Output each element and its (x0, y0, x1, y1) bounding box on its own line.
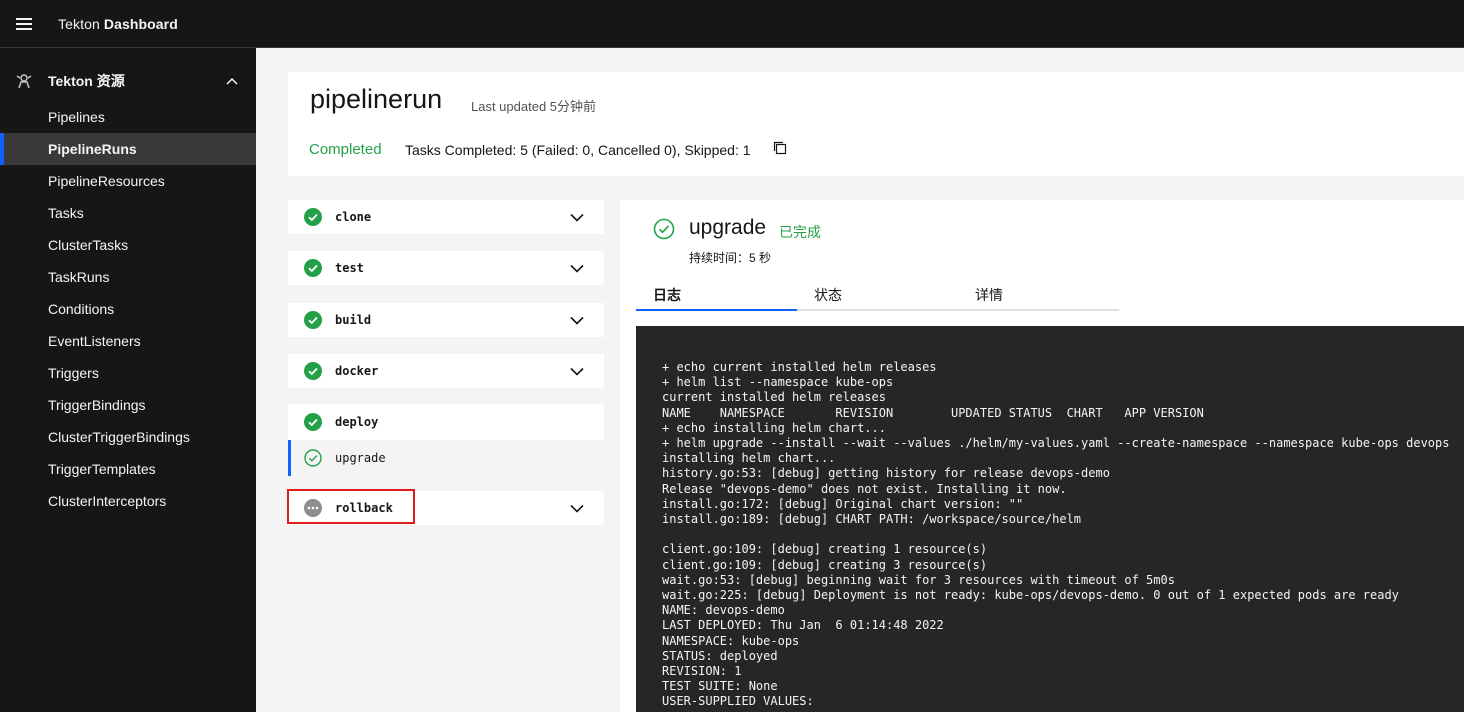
success-icon (304, 311, 322, 329)
sidebar-item-label: ClusterTriggerBindings (48, 429, 190, 445)
sidebar-item-conditions[interactable]: Conditions (0, 293, 256, 325)
sidebar-item-eventlisteners[interactable]: EventListeners (0, 325, 256, 357)
sidebar-item-label: Triggers (48, 365, 99, 381)
sidebar-item-triggertemplates[interactable]: TriggerTemplates (0, 453, 256, 485)
chevron-down-icon (570, 316, 584, 325)
chevron-down-icon (570, 504, 584, 513)
sidebar-item-tasks[interactable]: Tasks (0, 197, 256, 229)
sidebar: Tekton 资源 Pipelines PipelineRuns Pipelin… (0, 48, 256, 712)
copy-icon[interactable] (772, 140, 788, 156)
sidebar-item-label: ClusterTasks (48, 237, 129, 253)
success-icon (304, 362, 322, 380)
tab-details[interactable]: 详情 (958, 278, 1119, 311)
sidebar-item-clustertasks[interactable]: ClusterTasks (0, 229, 256, 261)
sidebar-group-tekton-resources[interactable]: Tekton 资源 (0, 61, 256, 101)
annotation-highlight-box (287, 489, 415, 524)
success-icon (304, 413, 322, 431)
step-status: 已完成 (779, 224, 821, 240)
sidebar-item-pipelineresources[interactable]: PipelineResources (0, 165, 256, 197)
chevron-down-icon (570, 367, 584, 376)
step-label: upgrade (335, 451, 386, 465)
tasks-summary: Tasks Completed: 5 (Failed: 0, Cancelled… (405, 142, 751, 158)
sidebar-item-label: TriggerTemplates (48, 461, 156, 477)
task-label: test (335, 261, 364, 275)
tekton-logo-icon (16, 74, 32, 89)
sidebar-item-label: TaskRuns (48, 269, 110, 285)
brand-bold: Dashboard (103, 15, 178, 32)
task-deploy[interactable]: deploy (288, 405, 604, 439)
pipelinerun-header: pipelinerun Last updated 5分钟前 Completed … (288, 72, 1464, 176)
tab-logs[interactable]: 日志 (636, 278, 797, 311)
task-test[interactable]: test (288, 251, 604, 285)
menu-button[interactable] (0, 0, 48, 48)
log-content: + echo current installed helm releases +… (662, 360, 1450, 709)
sidebar-item-label: TriggerBindings (48, 397, 146, 413)
sidebar-item-triggerbindings[interactable]: TriggerBindings (0, 389, 256, 421)
task-build[interactable]: build (288, 303, 604, 337)
sidebar-group-label: Tekton 资源 (48, 73, 125, 89)
step-upgrade[interactable]: upgrade (288, 440, 604, 476)
sidebar-item-pipelines[interactable]: Pipelines (0, 101, 256, 133)
last-updated-text: Last updated 5分钟前 (471, 99, 597, 114)
success-outline-icon (304, 449, 322, 467)
top-header: Tekton Dashboard (0, 0, 1464, 48)
hamburger-icon (16, 17, 32, 30)
task-label: clone (335, 210, 372, 224)
detail-tabs: 日志 状态 详情 (636, 278, 1119, 311)
sidebar-item-label: ClusterInterceptors (48, 493, 167, 509)
sidebar-item-triggers[interactable]: Triggers (0, 357, 256, 389)
step-title: upgrade (689, 216, 767, 239)
sidebar-item-clusterinterceptors[interactable]: ClusterInterceptors (0, 485, 256, 517)
chevron-down-icon (570, 264, 584, 273)
step-detail-panel: upgrade 已完成 持续时间：5 秒 日志 状态 详情 + echo cur… (620, 200, 1464, 712)
sidebar-item-label: Tasks (48, 205, 84, 221)
sidebar-item-taskruns[interactable]: TaskRuns (0, 261, 256, 293)
chevron-up-icon (226, 77, 238, 85)
sidebar-item-label: PipelineRuns (48, 141, 137, 157)
task-deploy-expanded: deploy upgrade (288, 404, 604, 476)
sidebar-item-pipelineruns[interactable]: PipelineRuns (0, 133, 256, 165)
step-duration: 持续时间：5 秒 (689, 251, 772, 265)
success-icon (304, 208, 322, 226)
log-viewer[interactable]: + echo current installed helm releases +… (636, 326, 1464, 712)
tab-status[interactable]: 状态 (797, 278, 958, 311)
task-clone[interactable]: clone (288, 200, 604, 234)
task-label: docker (335, 364, 379, 378)
success-outline-icon (653, 218, 675, 240)
page-title: pipelinerun (310, 84, 443, 114)
run-status: Completed (309, 141, 382, 158)
sidebar-item-label: PipelineResources (48, 173, 165, 189)
sidebar-item-label: EventListeners (48, 333, 141, 349)
chevron-down-icon (570, 213, 584, 222)
task-label: build (335, 313, 372, 327)
sidebar-item-label: Conditions (48, 301, 115, 317)
task-docker[interactable]: docker (288, 354, 604, 388)
sidebar-item-clustertriggerbindings[interactable]: ClusterTriggerBindings (0, 421, 256, 453)
sidebar-item-label: Pipelines (48, 109, 105, 125)
success-icon (304, 259, 322, 277)
app-brand[interactable]: Tekton Dashboard (58, 16, 178, 32)
task-label: deploy (335, 415, 379, 429)
brand-prefix: Tekton (58, 15, 100, 32)
